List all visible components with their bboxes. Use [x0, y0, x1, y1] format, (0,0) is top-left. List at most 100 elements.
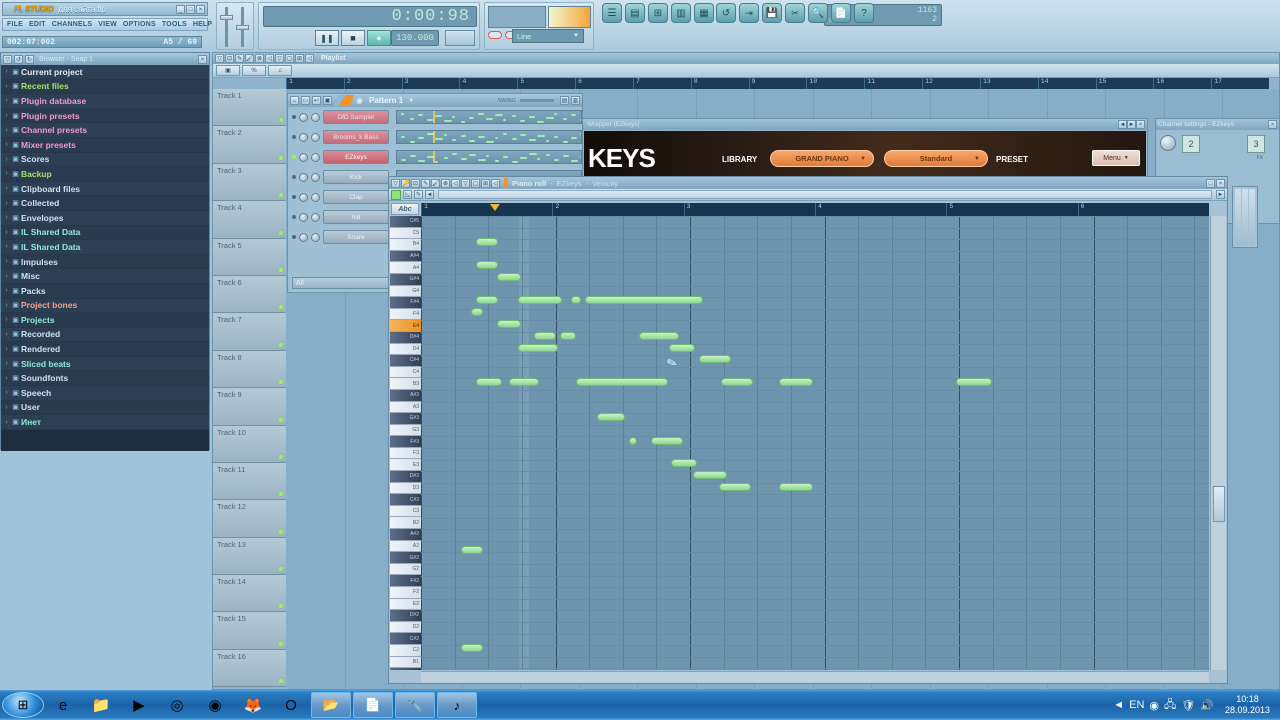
network-icon[interactable]: 🖧	[1164, 696, 1176, 715]
piano-key[interactable]: E4	[390, 320, 421, 332]
piano-key[interactable]: A3	[390, 401, 421, 414]
expand-arrow-icon[interactable]: ›	[3, 302, 10, 309]
playlist-track-header[interactable]: Track 15	[213, 612, 286, 650]
track-enable-led[interactable]	[279, 679, 283, 684]
piano-key[interactable]: A#3	[390, 389, 421, 402]
browser-item[interactable]: › ▣ User	[1, 400, 209, 416]
channel-pan-knob[interactable]	[299, 172, 308, 182]
channel-button[interactable]: Kick	[323, 170, 389, 184]
minimize-button[interactable]: _	[176, 4, 185, 14]
piano-key[interactable]: C#3	[390, 494, 421, 506]
piano-roll-note[interactable]	[585, 296, 703, 304]
playlist-track-header[interactable]: Track 12	[213, 500, 286, 538]
playlist-paint-tool-icon[interactable]: 🖌	[245, 54, 254, 63]
stop-button[interactable]: ■	[341, 30, 365, 46]
volume-icon[interactable]: 🔊	[1200, 699, 1214, 712]
channel-led[interactable]	[292, 115, 296, 119]
playlist-snap-button[interactable]: ▣	[216, 65, 240, 76]
piano-key[interactable]: F2	[390, 587, 421, 599]
antivirus-icon[interactable]: 🛡	[1181, 699, 1195, 712]
piano-key[interactable]: A#1	[390, 668, 421, 670]
playlist-title-bar[interactable]: ▽ ⊡ ✎ 🖌 ⊗ ◁ ▽ ▢ ⊞ ◁ Playlist	[213, 53, 1279, 64]
piano-roll-instrument[interactable]: EZkeys	[557, 179, 582, 188]
browser-item[interactable]: › ▣ IL Shared Data	[1, 240, 209, 255]
stepseq-keyboard-editor-icon[interactable]: ▥	[571, 96, 580, 105]
browser-title-bar[interactable]: ▽ ↺ ↻ Browser - Snap 1 ×	[1, 53, 209, 65]
piano-roll-note[interactable]	[471, 308, 483, 316]
menu-bar[interactable]: FILE EDIT CHANNELS VIEW OPTIONS TOOLS HE…	[2, 18, 212, 31]
channel-pan-knob[interactable]	[299, 152, 308, 162]
piano-roll-minimize-button[interactable]: □	[1206, 178, 1215, 188]
browser-item[interactable]: › ▣ Scores	[1, 152, 209, 168]
piano-roll-note[interactable]	[509, 378, 539, 386]
channel-pan-knob[interactable]	[299, 212, 308, 222]
channel-pan-knob[interactable]	[299, 192, 308, 202]
close-button[interactable]: ×	[196, 4, 205, 14]
browser-item[interactable]: › ▣ Misc	[1, 269, 209, 284]
tempo-display[interactable]: 130.000	[391, 30, 439, 46]
stepseq-swap-icon[interactable]: ↩	[312, 96, 321, 105]
piano-key[interactable]: B1	[390, 656, 421, 669]
playlist-select-tool-icon[interactable]: ▢	[285, 54, 294, 63]
browser-item[interactable]: › ▣ Mixer presets	[1, 137, 209, 153]
export-toolbar-icon[interactable]: ⇥	[739, 3, 759, 23]
playlist-percent-button[interactable]: %	[242, 65, 266, 76]
playlist-toolbar-icon[interactable]: ☰	[602, 3, 622, 23]
track-enable-led[interactable]	[279, 492, 283, 497]
playlist-track-header[interactable]: Track 2	[213, 126, 286, 164]
browser-item[interactable]: › ▣ Recorded	[1, 327, 209, 343]
menu-view[interactable]: VIEW	[98, 21, 117, 28]
pianoroll-playback-tool-icon[interactable]: ◁	[491, 178, 500, 188]
piano-roll-note[interactable]	[476, 378, 502, 386]
pianoroll-keyboard-icon[interactable]: 🔑	[401, 178, 410, 188]
piano-key[interactable]: A#2	[390, 529, 421, 541]
browser-item[interactable]: › ▣ Plugin presets	[1, 108, 209, 124]
piano-key[interactable]: C#2	[390, 633, 421, 645]
expand-arrow-icon[interactable]: ›	[3, 112, 10, 119]
firefox-icon[interactable]: 🦊	[234, 692, 272, 718]
track-enable-led[interactable]	[279, 604, 283, 609]
piano-roll-note[interactable]	[699, 355, 731, 363]
browser-item[interactable]: › ▣ Speech	[1, 386, 209, 401]
playlist-playback-tool-icon[interactable]: ◁	[305, 54, 314, 63]
browser-item[interactable]: › ▣ Clipboard files	[1, 181, 209, 197]
pattern-name[interactable]: Pattern 1	[365, 96, 403, 105]
channel-button[interactable]: Brooms_k Bass	[323, 130, 389, 144]
piano-roll-note[interactable]	[476, 261, 498, 269]
piano-roll-close-button[interactable]: ×	[1216, 178, 1225, 188]
playlist-draw-tool-icon[interactable]: ✎	[235, 54, 244, 63]
piano-roll-note[interactable]	[779, 483, 813, 491]
master-volume-slider[interactable]	[225, 7, 228, 47]
pianoroll-detach-icon[interactable]: ⊡	[411, 178, 420, 188]
piano-roll-note[interactable]	[651, 437, 683, 445]
stepseq-graph-editor-icon[interactable]: ▤	[560, 96, 569, 105]
piano-key[interactable]: G#4	[390, 273, 421, 286]
pianoroll-select-tool-icon[interactable]: ▢	[471, 178, 480, 188]
piano-key[interactable]: E2	[390, 598, 421, 611]
piano-key[interactable]: E3	[390, 459, 421, 472]
channel-settings-value-a[interactable]: 2	[1182, 135, 1200, 153]
piano-key[interactable]: B4	[390, 239, 421, 251]
pause-button[interactable]: ❚❚	[315, 30, 339, 46]
piano-key[interactable]: C2	[390, 644, 421, 657]
expand-arrow-icon[interactable]: ›	[3, 346, 10, 353]
playlist-track-header[interactable]: Track 10	[213, 425, 286, 463]
browser-toolbar-icon[interactable]: ▥	[671, 3, 691, 23]
maximize-button[interactable]: □	[186, 4, 195, 14]
save-toolbar-icon[interactable]: 💾	[762, 3, 782, 23]
menu-tools[interactable]: TOOLS	[162, 21, 187, 28]
channel-settings-value-b[interactable]: 3	[1247, 135, 1265, 153]
piano-roll-vertical-scrollbar[interactable]	[1210, 216, 1226, 670]
chrome-icon[interactable]: ◉	[196, 692, 234, 718]
channel-led[interactable]	[292, 155, 296, 159]
piano-key[interactable]: F4	[390, 308, 421, 321]
piano-roll-scroll-left-icon[interactable]: ◄	[425, 190, 434, 199]
piano-key[interactable]: G#3	[390, 413, 421, 425]
start-button[interactable]: ⊞	[2, 692, 44, 718]
piano-key[interactable]: B2	[390, 517, 421, 530]
mini-key[interactable]	[1242, 189, 1248, 245]
channel-pan-knob[interactable]	[299, 232, 308, 242]
channel-volume-knob[interactable]	[311, 192, 320, 202]
piano-roll-note[interactable]	[571, 296, 581, 304]
piano-roll-note[interactable]	[639, 332, 679, 340]
